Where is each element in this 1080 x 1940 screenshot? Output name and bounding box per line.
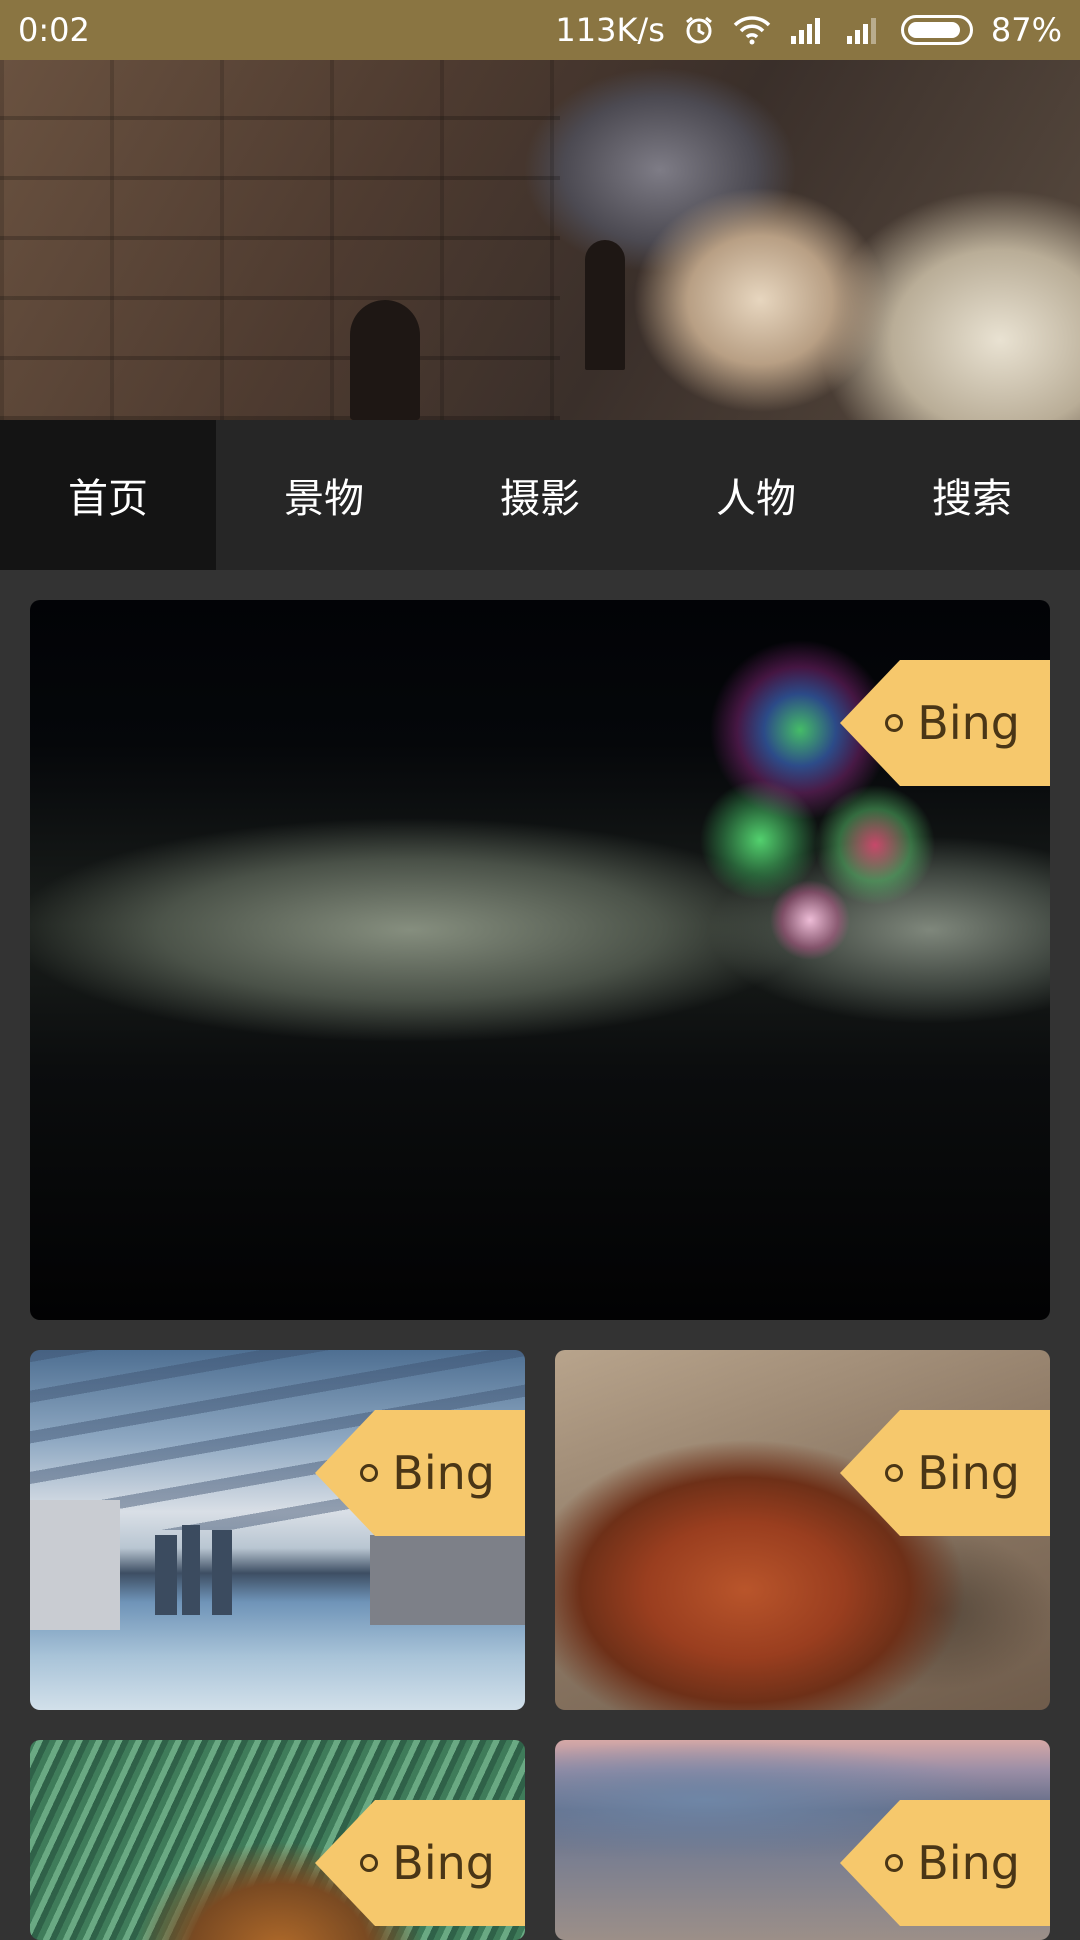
wallpaper-card[interactable]: Bing	[30, 600, 1050, 1320]
wallpaper-card[interactable]: Bing	[555, 1740, 1050, 1940]
tab-photography[interactable]: 摄影	[432, 420, 648, 570]
battery-icon	[900, 15, 973, 45]
wallpaper-card[interactable]: Bing	[30, 1350, 525, 1710]
tab-search[interactable]: 搜索	[864, 420, 1080, 570]
status-bar: 0:02 113K/s 87%	[0, 0, 1080, 60]
wallpaper-card[interactable]: Bing	[30, 1740, 525, 1940]
tower	[155, 1535, 177, 1615]
tab-label: 人物	[716, 476, 796, 522]
hero-arch	[585, 240, 625, 370]
tab-label: 摄影	[500, 476, 580, 522]
hero-wall-texture	[0, 60, 560, 420]
barrier-structure	[30, 1500, 120, 1630]
signal-icon	[845, 16, 883, 44]
wallpaper-card[interactable]: Bing	[555, 1350, 1050, 1710]
source-label: Bing	[917, 696, 1020, 750]
category-tab-bar: 首页 景物 摄影 人物 搜索	[0, 420, 1080, 570]
clock: 0:02	[18, 11, 90, 49]
network-speed: 113K/s	[555, 11, 665, 49]
tab-label: 景物	[284, 476, 364, 522]
source-label: Bing	[917, 1446, 1020, 1500]
barrier-structure	[370, 1535, 525, 1625]
source-label: Bing	[917, 1836, 1020, 1890]
tab-scenery[interactable]: 景物	[216, 420, 432, 570]
tab-label: 首页	[68, 476, 148, 522]
battery-percent: 87%	[990, 11, 1062, 49]
tower	[212, 1530, 232, 1615]
signal-icon	[789, 16, 827, 44]
source-tag: Bing	[840, 660, 1050, 786]
source-label: Bing	[392, 1836, 495, 1890]
hero-arch	[350, 300, 420, 420]
source-label: Bing	[392, 1446, 495, 1500]
alarm-icon	[683, 14, 715, 46]
wifi-icon	[733, 15, 771, 45]
status-icons: 113K/s 87%	[555, 11, 1062, 49]
circle-icon	[885, 1854, 904, 1872]
source-tag: Bing	[840, 1410, 1050, 1536]
tab-people[interactable]: 人物	[648, 420, 864, 570]
tower	[182, 1525, 200, 1615]
tab-home[interactable]: 首页	[0, 420, 216, 570]
circle-icon	[360, 1854, 379, 1872]
circle-icon	[885, 714, 904, 732]
source-tag: Bing	[315, 1800, 525, 1926]
circle-icon	[885, 1464, 904, 1482]
tab-label: 搜索	[932, 476, 1012, 522]
source-tag: Bing	[840, 1800, 1050, 1926]
circle-icon	[360, 1464, 379, 1482]
hero-banner-image[interactable]	[0, 60, 1080, 420]
